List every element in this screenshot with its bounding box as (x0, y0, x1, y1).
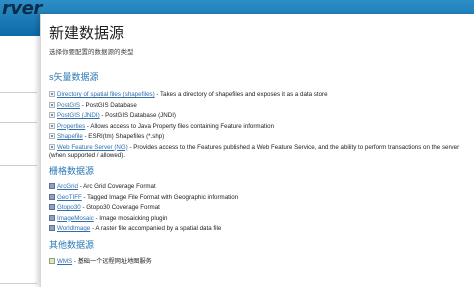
raster-store-icon (49, 193, 55, 200)
vector-source-item: Shapefile - ESRI(tm) Shapefiles (*.shp) (49, 133, 164, 142)
vector-store-icon (49, 143, 55, 150)
vector-source-item: Properties - Allows access to Java Prope… (49, 122, 275, 132)
raster-source-item: WorldImage - A raster file accompanied b… (49, 225, 221, 234)
other-sources-header: 其他数据源 (49, 240, 95, 250)
vector-source-description: - PostGIS Database (80, 101, 137, 109)
vector-source-item: Directory of spatial files (shapefiles) … (49, 91, 328, 100)
raster-store-icon (49, 204, 55, 210)
sidebar-divider (0, 122, 37, 123)
other-source-link[interactable]: WMS (57, 258, 72, 265)
vector-source-link[interactable]: PostGIS (JNDI) (57, 112, 100, 119)
raster-source-link[interactable]: WorldImage (57, 225, 90, 232)
raster-store-icon (49, 225, 55, 231)
sidebar-divider (0, 92, 37, 93)
vector-source-link[interactable]: Directory of spatial files (shapefiles) (57, 91, 155, 98)
raster-source-item: ImageMosaic - Image mosaicking plugin (49, 214, 168, 224)
wms-store-icon (49, 258, 55, 264)
raster-source-item: Gtopo30 - Gtopo30 Coverage Format (49, 204, 160, 213)
vector-store-icon (49, 91, 55, 97)
vector-source-item: PostGIS (JNDI) - PostGIS Database (JNDI) (49, 112, 176, 121)
vector-source-description: - Allows access to Java Property files c… (85, 122, 275, 130)
raster-source-description: - Tagged Image File Format with Geograph… (81, 193, 239, 201)
vector-store-icon (49, 122, 55, 129)
vector-store-icon (49, 101, 55, 108)
vector-source-item: PostGIS - PostGIS Database (49, 101, 137, 111)
raster-source-item: GeoTIFF - Tagged Image File Format with … (49, 193, 239, 203)
raster-source-link[interactable]: ImageMosaic (57, 215, 94, 222)
vector-source-link[interactable]: Web Feature Server (NG) (57, 144, 128, 151)
vector-store-icon (49, 112, 55, 118)
other-source-item: WMS - 基础一个远程网址地图服务 (49, 258, 152, 267)
raster-source-description: - Image mosaicking plugin (93, 214, 168, 222)
vector-source-item: Web Feature Server (NG) - Provides acces… (49, 143, 469, 161)
raster-source-description: - Gtopo30 Coverage Format (80, 204, 160, 211)
raster-source-description: - Arc Grid Coverage Format (77, 183, 156, 190)
left-sidebar (0, 36, 40, 287)
vector-source-link[interactable]: Shapefile (57, 133, 83, 140)
vector-store-icon (49, 133, 55, 139)
sidebar-divider (0, 165, 37, 166)
page-title: 新建数据源 (49, 25, 125, 42)
raster-source-link[interactable]: Gtopo30 (57, 204, 81, 211)
vector-source-description: - ESRI(tm) Shapefiles (*.shp) (82, 133, 165, 140)
other-source-description: - 基础一个远程网址地图服务 (72, 258, 152, 265)
brand-logo-text: rver (2, 0, 42, 19)
raster-source-link[interactable]: GeoTIFF (57, 194, 82, 201)
raster-source-link[interactable]: ArcGrid (57, 183, 78, 190)
raster-store-icon (49, 214, 55, 221)
new-data-source-panel: 新建数据源 选择你要配置的数据源的类型 s矢量数据源 Directory of … (40, 14, 474, 287)
sidebar-divider (0, 283, 37, 284)
raster-source-item: ArcGrid - Arc Grid Coverage Format (49, 183, 156, 192)
vector-source-link[interactable]: PostGIS (57, 102, 80, 109)
raster-store-icon (49, 183, 55, 189)
raster-source-description: - A raster file accompanied by a spatial… (90, 225, 222, 232)
vector-source-description: - PostGIS Database (JNDI) (99, 112, 176, 119)
vector-sources-header: s矢量数据源 (49, 72, 99, 82)
vector-source-description: - Takes a directory of shapefiles and ex… (154, 91, 328, 98)
raster-sources-header: 栅格数据源 (49, 166, 95, 176)
vector-source-link[interactable]: Properties (57, 123, 85, 130)
page-subtitle: 选择你要配置的数据源的类型 (49, 49, 134, 56)
